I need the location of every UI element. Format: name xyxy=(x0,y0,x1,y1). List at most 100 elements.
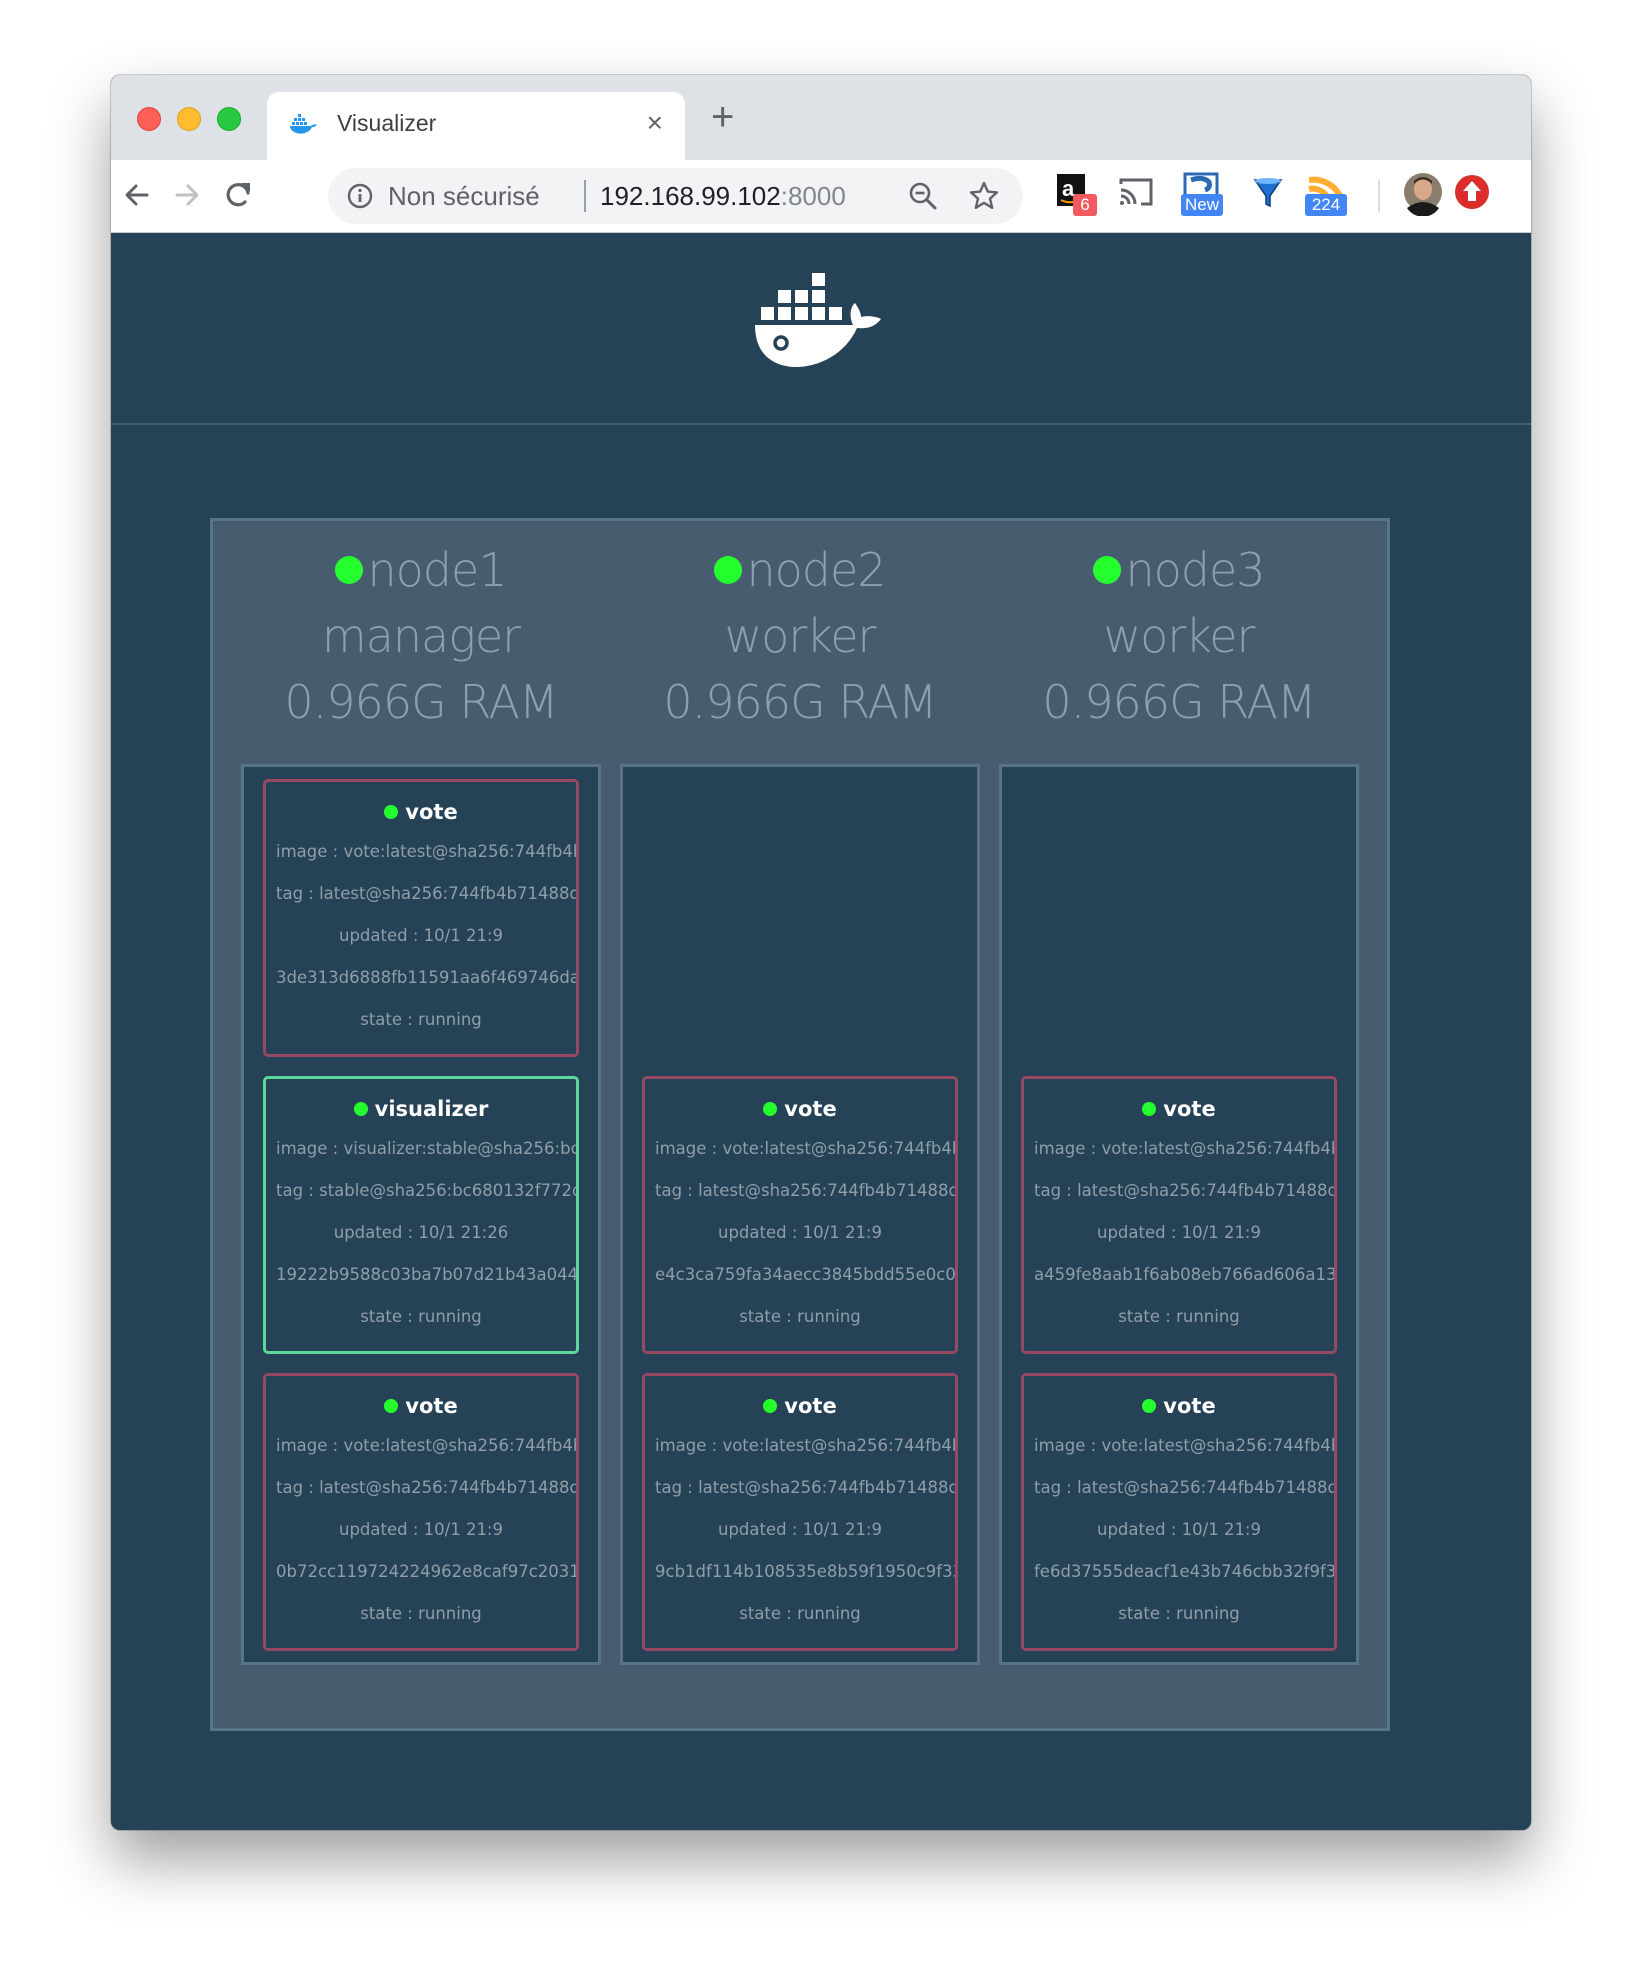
amazon-badge: 6 xyxy=(1073,194,1097,216)
task-updated: updated : 10/1 21:9 xyxy=(338,1520,503,1539)
task-image: image : vote:latest@sha256:744fb4b xyxy=(1034,1139,1337,1158)
tab-title: Visualizer xyxy=(337,110,437,136)
title-bar: Visualizer × + xyxy=(111,75,1531,160)
node-status-dot xyxy=(714,556,743,584)
task-image: image : vote:latest@sha256:744fb4b xyxy=(276,1436,579,1455)
task-state: state : running xyxy=(1118,1307,1240,1326)
new-tab-button[interactable]: + xyxy=(711,97,734,137)
back-button[interactable] xyxy=(119,177,155,213)
cast-icon[interactable] xyxy=(1115,172,1159,216)
node-role: manager xyxy=(321,609,521,663)
close-window-button[interactable] xyxy=(137,107,161,131)
browser-toolbar: Non sécurisé 192.168.99.102:8000 a 6 New… xyxy=(111,160,1531,233)
task-service-name: vote xyxy=(784,1097,837,1121)
task-card-vote[interactable]: vote image : vote:latest@sha256:744fb4b … xyxy=(263,779,579,1057)
node-task-list: vote image : vote:latest@sha256:744fb4b … xyxy=(241,764,601,1665)
task-state: state : running xyxy=(360,1010,482,1029)
task-updated: updated : 10/1 21:26 xyxy=(333,1223,509,1242)
task-image: image : vote:latest@sha256:744fb4b xyxy=(1034,1436,1337,1455)
task-state: state : running xyxy=(739,1307,861,1326)
task-title: visualizer xyxy=(266,1097,576,1121)
browser-tab[interactable]: Visualizer × xyxy=(267,92,685,160)
task-status-dot xyxy=(1142,1102,1157,1116)
node-status-dot xyxy=(1093,556,1122,584)
reload-icon xyxy=(226,183,250,207)
reload-button[interactable] xyxy=(221,177,257,213)
task-title: vote xyxy=(1024,1097,1334,1121)
docker-whale-logo-icon xyxy=(751,273,891,373)
bookmark-star-icon[interactable] xyxy=(968,180,1000,212)
task-image: image : vote:latest@sha256:744fb4b xyxy=(276,842,579,861)
app-header xyxy=(111,233,1531,425)
task-card-vote[interactable]: vote image : vote:latest@sha256:744fb4b … xyxy=(642,1076,958,1354)
task-status-dot xyxy=(1142,1399,1157,1413)
task-title: vote xyxy=(266,800,576,824)
minimize-window-button[interactable] xyxy=(177,107,201,131)
node-header: node2 worker 0.966G RAM xyxy=(620,521,980,767)
task-status-dot xyxy=(353,1102,368,1116)
task-title: vote xyxy=(1024,1394,1334,1418)
task-card-vote[interactable]: vote image : vote:latest@sha256:744fb4b … xyxy=(1021,1076,1337,1354)
task-card-visualizer[interactable]: visualizer image : visualizer:stable@sha… xyxy=(263,1076,579,1354)
address-bar[interactable]: Non sécurisé 192.168.99.102:8000 xyxy=(328,168,1023,224)
task-id: fe6d37555deacf1e43b746cbb32f9f3 xyxy=(1034,1562,1337,1581)
info-icon[interactable] xyxy=(346,182,374,210)
task-card-vote[interactable]: vote image : vote:latest@sha256:744fb4b … xyxy=(642,1373,958,1651)
task-updated: updated : 10/1 21:9 xyxy=(1096,1520,1261,1539)
task-title: vote xyxy=(645,1394,955,1418)
task-status-dot xyxy=(763,1102,778,1116)
docker-whale-icon xyxy=(289,112,319,136)
task-tag: tag : latest@sha256:744fb4b71488d8 xyxy=(655,1181,958,1200)
forward-button[interactable] xyxy=(169,177,205,213)
s-extension-icon[interactable]: New xyxy=(1181,172,1225,216)
node-name: node1 xyxy=(367,543,507,597)
node-task-list: vote image : vote:latest@sha256:744fb4b … xyxy=(620,764,980,1665)
profile-avatar[interactable] xyxy=(1402,172,1446,217)
task-card-vote[interactable]: vote image : vote:latest@sha256:744fb4b … xyxy=(1021,1373,1337,1651)
security-status: Non sécurisé xyxy=(388,181,540,211)
task-updated: updated : 10/1 21:9 xyxy=(1096,1223,1261,1242)
cluster-panel: node1 manager 0.966G RAM vote image : vo… xyxy=(210,518,1390,1731)
tab-close-button[interactable]: × xyxy=(647,108,663,138)
node-ram: 0.966G RAM xyxy=(1042,675,1316,729)
task-updated: updated : 10/1 21:9 xyxy=(717,1520,882,1539)
upload-extension-icon[interactable] xyxy=(1452,172,1496,216)
url-host: 192.168.99.102 xyxy=(600,181,781,211)
browser-window: Visualizer × + Non sécurisé 192.168.99.1… xyxy=(111,75,1531,1830)
task-id: a459fe8aab1f6ab08eb766ad606a13 xyxy=(1034,1265,1337,1284)
task-status-dot xyxy=(384,805,399,819)
task-state: state : running xyxy=(1118,1604,1240,1623)
funnel-extension-icon[interactable] xyxy=(1247,172,1291,216)
node-ram: 0.966G RAM xyxy=(663,675,937,729)
amazon-assistant-icon[interactable]: a 6 xyxy=(1055,172,1099,216)
omnibox-divider xyxy=(584,180,586,212)
task-service-name: vote xyxy=(405,1394,458,1418)
task-service-name: vote xyxy=(1163,1097,1216,1121)
task-title: vote xyxy=(645,1097,955,1121)
task-image: image : vote:latest@sha256:744fb4b xyxy=(655,1139,958,1158)
task-id: e4c3ca759fa34aecc3845bdd55e0c03 xyxy=(655,1265,958,1284)
node-name: node3 xyxy=(1125,543,1265,597)
forward-arrow-icon xyxy=(175,184,199,206)
node-name: node2 xyxy=(746,543,886,597)
zoom-out-icon[interactable] xyxy=(908,181,938,211)
node-status-dot xyxy=(335,556,364,584)
task-id: 19222b9588c03ba7b07d21b43a044 xyxy=(276,1265,579,1284)
task-service-name: vote xyxy=(1163,1394,1216,1418)
url-text[interactable]: 192.168.99.102:8000 xyxy=(600,181,846,212)
back-arrow-icon xyxy=(125,184,149,206)
task-status-dot xyxy=(384,1399,399,1413)
task-state: state : running xyxy=(360,1604,482,1623)
node-role: worker xyxy=(1103,609,1256,663)
s-extension-badge: New xyxy=(1181,194,1223,216)
task-id: 0b72cc119724224962e8caf97c20315 xyxy=(276,1562,579,1581)
rss-feed-icon[interactable]: 224 xyxy=(1305,172,1349,216)
task-updated: updated : 10/1 21:9 xyxy=(338,926,503,945)
task-updated: updated : 10/1 21:9 xyxy=(717,1223,882,1242)
rss-badge: 224 xyxy=(1305,194,1347,216)
task-image: image : vote:latest@sha256:744fb4b xyxy=(655,1436,958,1455)
task-card-vote[interactable]: vote image : vote:latest@sha256:744fb4b … xyxy=(263,1373,579,1651)
zoom-window-button[interactable] xyxy=(217,107,241,131)
task-service-name: visualizer xyxy=(374,1097,489,1121)
task-tag: tag : latest@sha256:744fb4b71488d8 xyxy=(276,1478,579,1497)
